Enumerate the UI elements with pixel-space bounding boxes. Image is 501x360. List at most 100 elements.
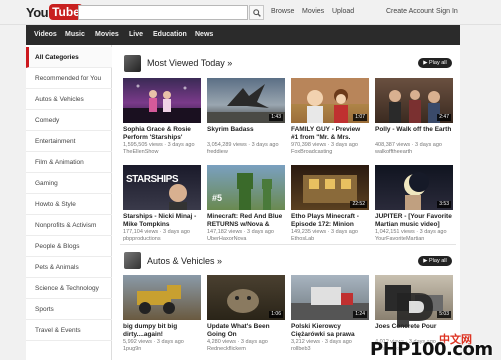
sign-in-link[interactable]: Sign In: [436, 8, 458, 15]
video-thumbnail[interactable]: 1:07: [291, 78, 369, 123]
search-input[interactable]: [78, 5, 248, 20]
video-card[interactable]: Sophia Grace & Rosie Perform 'Starships'…: [123, 78, 201, 156]
video-title[interactable]: FAMILY GUY - Preview #1 from "Mr. & Mrs.…: [291, 126, 369, 142]
video-thumbnail[interactable]: 22:52: [291, 165, 369, 210]
play-all-button[interactable]: ▶ Play all: [418, 58, 452, 68]
nav-music[interactable]: Music: [65, 25, 85, 45]
video-card[interactable]: 2:47 Polly - Walk off the Earth 408,387 …: [375, 78, 453, 156]
sidebar-item-sports[interactable]: Sports: [26, 299, 112, 320]
sidebar-item-pets[interactable]: Pets & Animals: [26, 257, 112, 278]
video-channel[interactable]: UberHaxorNova: [207, 236, 285, 243]
video-title[interactable]: Polly - Walk off the Earth: [375, 126, 453, 142]
nav-videos[interactable]: Videos: [34, 25, 57, 45]
video-title[interactable]: Minecraft: Red And Blue RETURNS w/Nova &…: [207, 213, 285, 229]
video-thumbnail[interactable]: 1:06: [207, 275, 285, 320]
watermark-logo-icon: [393, 289, 437, 329]
search-icon: [252, 8, 261, 17]
sidebar-item-all-categories[interactable]: All Categories: [26, 47, 112, 68]
section-title-autos[interactable]: Autos & Vehicles »: [147, 256, 222, 266]
sidebar-item-entertainment[interactable]: Entertainment: [26, 131, 112, 152]
sidebar-item-film[interactable]: Film & Animation: [26, 152, 112, 173]
video-channel[interactable]: EthosLab: [291, 236, 369, 243]
video-channel[interactable]: TheEllenShow: [123, 149, 201, 156]
video-card[interactable]: #5 Minecraft: Red And Blue RETURNS w/Nov…: [207, 165, 285, 243]
sidebar-item-autos[interactable]: Autos & Vehicles: [26, 89, 112, 110]
video-thumbnail[interactable]: 1:24: [291, 275, 369, 320]
sidebar-item-gaming[interactable]: Gaming: [26, 173, 112, 194]
video-title[interactable]: Sophia Grace & Rosie Perform 'Starships': [123, 126, 201, 142]
video-channel[interactable]: pbpproductions: [123, 236, 201, 243]
video-thumbnail[interactable]: #5: [207, 165, 285, 210]
video-card[interactable]: 1:43 Skyrim Badass 3,054,289 views · 3 d…: [207, 78, 285, 156]
browse-link[interactable]: Browse: [271, 8, 294, 15]
play-all-button[interactable]: ▶ Play all: [418, 256, 452, 266]
sidebar-item-howto[interactable]: Howto & Style: [26, 194, 112, 215]
video-duration: 1:06: [269, 311, 283, 318]
video-duration: 22:52: [350, 201, 367, 208]
video-title[interactable]: Update What's Been Going On: [207, 323, 285, 339]
video-title[interactable]: JUPITER - [Your Favorite Martian music v…: [375, 213, 453, 229]
sidebar-item-science[interactable]: Science & Technology: [26, 278, 112, 299]
sidebar-item-comedy[interactable]: Comedy: [26, 110, 112, 131]
sidebar-item-people[interactable]: People & Blogs: [26, 236, 112, 257]
video-views: 3,054,289 views · 3 days ago: [207, 142, 279, 148]
video-duration: 3:53: [437, 201, 451, 208]
video-thumbnail[interactable]: 1:43: [207, 78, 285, 123]
video-views: 970,398 views · 3 days ago: [291, 142, 358, 148]
video-channel[interactable]: FoxBroadcasting: [291, 149, 369, 156]
video-card[interactable]: big dumpy bit big dirty....again! 5,992 …: [123, 275, 201, 353]
video-card[interactable]: 22:52 Etho Plays Minecraft - Episode 172…: [291, 165, 369, 243]
upload-link[interactable]: Upload: [332, 8, 354, 15]
play-all-label: Play all: [429, 60, 447, 66]
video-thumbnail[interactable]: [123, 78, 201, 123]
video-views: 3,212 views · 3 days ago: [291, 339, 352, 345]
video-duration: 2:47: [437, 114, 451, 121]
video-card[interactable]: STARSHIPS Starships - Nicki Minaj - Mike…: [123, 165, 201, 243]
video-channel[interactable]: YourFavoriteMartian: [375, 236, 453, 243]
video-channel[interactable]: freddiew: [207, 149, 285, 156]
video-thumbnail[interactable]: 2:47: [375, 78, 453, 123]
thumbnail-image: [169, 184, 187, 210]
sidebar-item-travel[interactable]: Travel & Events: [26, 320, 112, 341]
video-channel[interactable]: 1pug9n: [123, 346, 201, 353]
logo-you-text: You: [26, 4, 49, 20]
video-duration: 1:07: [353, 114, 367, 121]
video-views: 4,280 views · 3 days ago: [207, 339, 268, 345]
watermark-text: PHP100.com: [370, 339, 493, 360]
video-thumbnail[interactable]: 3:53: [375, 165, 453, 210]
category-sidebar: All Categories Recommended for You Autos…: [26, 45, 112, 360]
section-channel-icon[interactable]: [124, 55, 141, 72]
nav-news[interactable]: News: [195, 25, 213, 45]
top-bar: You Tube Browse Movies Upload Create Acc…: [0, 0, 501, 25]
video-channel[interactable]: walkofftheearth: [375, 149, 453, 156]
video-views: 1,042,151 views · 3 days ago: [375, 229, 447, 235]
video-thumbnail[interactable]: [123, 275, 201, 320]
video-card[interactable]: 3:53 JUPITER - [Your Favorite Martian mu…: [375, 165, 453, 243]
video-thumbnail[interactable]: STARSHIPS: [123, 165, 201, 210]
create-account-link[interactable]: Create Account: [386, 8, 434, 15]
video-title[interactable]: Polski Kierowcy Ciężarówki sa prawa częś…: [291, 323, 369, 339]
video-title[interactable]: Etho Plays Minecraft - Episode 172: Mini…: [291, 213, 369, 229]
sidebar-item-nonprofits[interactable]: Nonprofits & Activism: [26, 215, 112, 236]
video-title[interactable]: big dumpy bit big dirty....again!: [123, 323, 201, 339]
video-channel[interactable]: Redneckflickem: [207, 346, 285, 353]
nav-movies[interactable]: Movies: [95, 25, 119, 45]
video-card[interactable]: 1:24 Polski Kierowcy Ciężarówki sa prawa…: [291, 275, 369, 353]
video-channel[interactable]: rollbeb3: [291, 346, 369, 353]
video-title[interactable]: Starships - Nicki Minaj - Mike Tompkins: [123, 213, 201, 229]
nav-live[interactable]: Live: [129, 25, 143, 45]
thumbnail-image: [237, 173, 272, 210]
video-title[interactable]: Skyrim Badass: [207, 126, 285, 142]
movies-link[interactable]: Movies: [302, 8, 324, 15]
section-title-most-viewed[interactable]: Most Viewed Today »: [147, 58, 232, 68]
search-button[interactable]: [249, 5, 264, 20]
video-views: 1,595,505 views · 3 days ago: [123, 142, 195, 148]
nav-education[interactable]: Education: [153, 25, 187, 45]
thumbnail-image: [123, 84, 201, 123]
video-card[interactable]: 1:06 Update What's Been Going On 4,280 v…: [207, 275, 285, 353]
youtube-logo[interactable]: You Tube: [26, 3, 83, 21]
video-card[interactable]: 1:07 FAMILY GUY - Preview #1 from "Mr. &…: [291, 78, 369, 156]
section-channel-icon[interactable]: [124, 252, 141, 269]
section-divider: [120, 244, 456, 245]
sidebar-item-recommended[interactable]: Recommended for You: [26, 68, 112, 89]
